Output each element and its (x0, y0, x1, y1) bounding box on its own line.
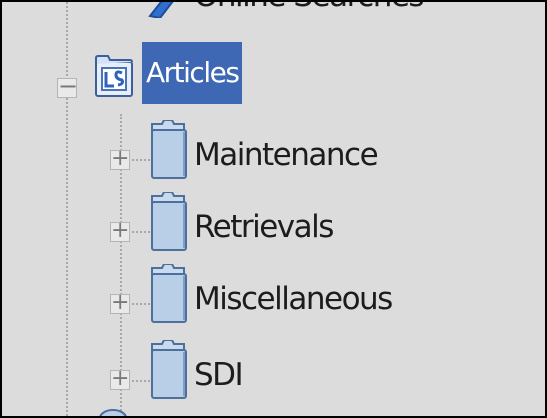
tree-item-label: Online Searches (194, 2, 425, 14)
partial-item-icon (99, 409, 127, 416)
folder-icon (151, 264, 187, 323)
expand-toggle[interactable]: + (110, 292, 130, 314)
tree-item-maintenance[interactable]: + Maintenance (102, 120, 402, 190)
tree-item-label-selected: Articles (142, 42, 243, 104)
tree-item-retrievals[interactable]: + Retrievals (102, 192, 402, 262)
folder-icon (151, 120, 187, 179)
tree-item-label: Retrievals (194, 209, 334, 245)
tree-item-online-searches[interactable]: Online Searches (142, 2, 442, 18)
search-item-icon (148, 2, 174, 18)
collapse-toggle[interactable]: − (57, 74, 78, 98)
tree-item-miscellaneous[interactable]: + Miscellaneous (102, 264, 402, 334)
tree-item-label: SDI (194, 357, 244, 393)
tree-item-articles[interactable]: − Articles (52, 42, 252, 104)
tree-item-label: Maintenance (194, 137, 379, 173)
expand-toggle[interactable]: + (110, 148, 130, 170)
tree-view-panel: Online Searches − Articles + Maintenance… (0, 0, 547, 418)
folder-icon (151, 340, 187, 399)
folder-icon (151, 192, 187, 251)
library-folder-icon (95, 55, 133, 97)
expand-toggle[interactable]: + (110, 368, 130, 390)
tree-item-sdi[interactable]: + SDI (102, 340, 402, 410)
expand-toggle[interactable]: + (110, 220, 130, 242)
tree-item-label: Miscellaneous (194, 281, 393, 317)
